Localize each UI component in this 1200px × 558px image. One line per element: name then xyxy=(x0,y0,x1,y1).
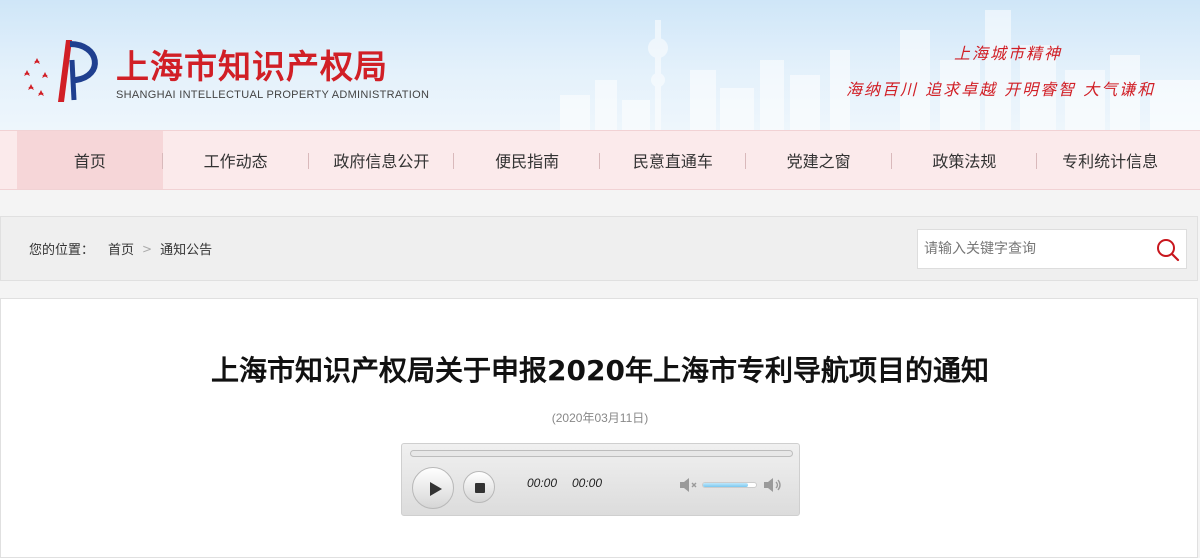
breadcrumb-bar: 您的位置： 首页 > 通知公告 xyxy=(0,216,1198,281)
current-time: 00:00 xyxy=(527,476,558,490)
volume-level xyxy=(703,483,749,487)
nav-item-service-guide[interactable]: 便民指南 xyxy=(454,131,600,189)
breadcrumb-home-link[interactable]: 首页 xyxy=(108,239,134,258)
volume-slider[interactable] xyxy=(702,482,757,488)
article-date: (2020年03月11日) xyxy=(551,411,649,425)
site-header: 上海市知识产权局 SHANGHAI INTELLECTUAL PROPERTY … xyxy=(0,0,1200,130)
sipa-logo-icon xyxy=(24,40,98,102)
breadcrumb: 您的位置： 首页 > 通知公告 xyxy=(29,239,212,259)
play-button[interactable] xyxy=(412,467,454,509)
stop-button[interactable] xyxy=(463,471,495,503)
nav-item-patent-stats[interactable]: 专利统计信息 xyxy=(1037,131,1183,189)
breadcrumb-notice-link[interactable]: 通知公告 xyxy=(160,239,212,258)
site-title: 上海市知识产权局 xyxy=(116,47,388,86)
nav-item-party-building[interactable]: 党建之窗 xyxy=(746,131,892,189)
main-nav: 首页 工作动态 政府信息公开 便民指南 民意直通车 党建之窗 政策法规 专利统计… xyxy=(0,130,1200,190)
search-icon[interactable] xyxy=(1154,236,1182,264)
volume-mute-icon[interactable] xyxy=(679,477,697,493)
audio-player: 00:00 00:00 xyxy=(401,443,800,516)
search-box xyxy=(917,229,1187,269)
nav-item-work-news[interactable]: 工作动态 xyxy=(163,131,309,189)
city-spirit-title: 上海城市精神 xyxy=(954,44,1063,63)
audio-progress-bar[interactable] xyxy=(410,450,793,457)
nav-item-policy[interactable]: 政策法规 xyxy=(892,131,1038,189)
volume-max-icon[interactable] xyxy=(763,477,783,493)
play-icon xyxy=(430,482,442,496)
stop-icon xyxy=(475,483,485,493)
total-time: 00:00 xyxy=(572,476,603,490)
city-spirit-slogan: 海纳百川 追求卓越 开明睿智 大气谦和 xyxy=(846,80,1156,99)
nav-item-gov-info[interactable]: 政府信息公开 xyxy=(309,131,455,189)
nav-item-home[interactable]: 首页 xyxy=(17,131,163,189)
article-title: 上海市知识产权局关于申报2020年上海市专利导航项目的通知 xyxy=(211,354,989,387)
article-panel: 上海市知识产权局关于申报2020年上海市专利导航项目的通知 (2020年03月1… xyxy=(0,298,1198,558)
breadcrumb-separator: > xyxy=(142,241,153,256)
nav-item-public-opinion[interactable]: 民意直通车 xyxy=(600,131,746,189)
search-input[interactable] xyxy=(918,230,1150,268)
breadcrumb-label: 您的位置： xyxy=(29,243,95,258)
site-subtitle: SHANGHAI INTELLECTUAL PROPERTY ADMINISTR… xyxy=(116,89,430,101)
